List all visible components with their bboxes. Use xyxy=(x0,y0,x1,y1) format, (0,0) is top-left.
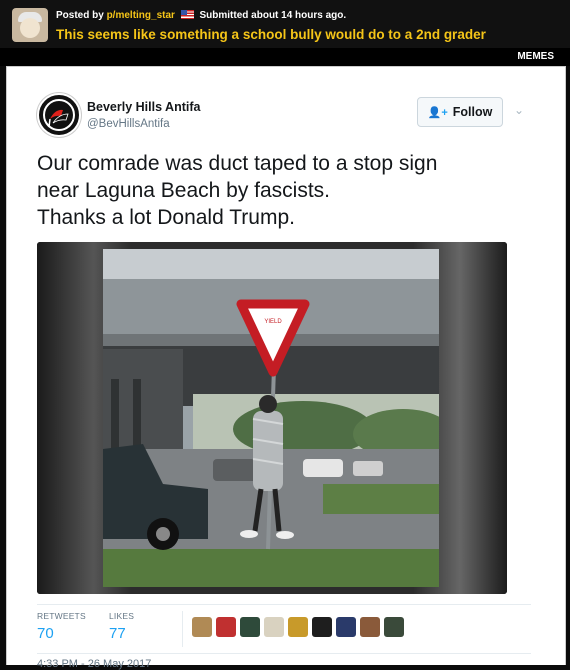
posted-by-label: Posted by xyxy=(56,10,104,21)
liker-avatar[interactable] xyxy=(288,617,308,637)
yield-sign-text: YIELD xyxy=(264,319,282,325)
retweets-label: RETWEETS xyxy=(37,611,86,621)
liker-avatar[interactable] xyxy=(264,617,284,637)
tweet-timestamp[interactable]: 4:33 PM - 26 May 2017 xyxy=(37,658,151,670)
category-bar: MEMES xyxy=(0,48,570,66)
category-label[interactable]: MEMES xyxy=(517,51,554,62)
liker-avatar[interactable] xyxy=(312,617,332,637)
chevron-down-icon[interactable]: ⌄ xyxy=(514,103,528,117)
retweets-count: 70 xyxy=(37,625,54,642)
tweet-text: Our comrade was duct taped to a stop sig… xyxy=(37,150,537,231)
photo-scene: YIELD xyxy=(103,249,439,587)
follow-button[interactable]: 👤+ Follow xyxy=(417,97,503,127)
tweet-stats: RETWEETS 70 LIKES 77 xyxy=(37,604,531,654)
liker-avatar[interactable] xyxy=(240,617,260,637)
tweet-author-handle[interactable]: @BevHillsAntifa xyxy=(87,118,170,130)
antifa-flag-icon xyxy=(40,96,78,134)
poster-username[interactable]: p/melting_star xyxy=(107,10,175,21)
poster-avatar[interactable] xyxy=(12,8,48,42)
tweet-text-line: Thanks a lot Donald Trump. xyxy=(37,206,295,229)
follow-label: Follow xyxy=(452,105,493,119)
liker-avatar[interactable] xyxy=(336,617,356,637)
tweet-text-line: near Laguna Beach by fascists. xyxy=(37,179,331,202)
us-flag-icon xyxy=(180,10,194,19)
tweet-card: Beverly Hills Antifa @BevHillsAntifa 👤+ … xyxy=(6,66,566,670)
likes-count: 77 xyxy=(109,625,126,642)
post-meta: Posted by p/melting_star Submitted about… xyxy=(56,10,346,21)
submitted-time: Submitted about 14 hours ago. xyxy=(199,10,347,21)
tweet-avatar[interactable] xyxy=(37,93,81,137)
post-title[interactable]: This seems like something a school bully… xyxy=(56,27,486,42)
tweet-author-name[interactable]: Beverly Hills Antifa xyxy=(87,100,200,114)
post-header: Posted by p/melting_star Submitted about… xyxy=(0,0,570,48)
liker-avatar[interactable] xyxy=(360,617,380,637)
likes-label: LIKES xyxy=(109,611,135,621)
tweet-text-line: Our comrade was duct taped to a stop sig… xyxy=(37,152,438,175)
likes-stat[interactable]: LIKES 77 xyxy=(109,611,134,642)
liker-avatar[interactable] xyxy=(216,617,236,637)
liker-avatar[interactable] xyxy=(192,617,212,637)
add-user-icon: 👤+ xyxy=(427,106,448,119)
retweets-stat[interactable]: RETWEETS 70 xyxy=(37,611,86,642)
tweet-photo[interactable]: YIELD xyxy=(37,242,507,594)
stats-divider xyxy=(182,611,183,647)
liker-avatar[interactable] xyxy=(384,617,404,637)
liker-avatars xyxy=(192,617,404,637)
